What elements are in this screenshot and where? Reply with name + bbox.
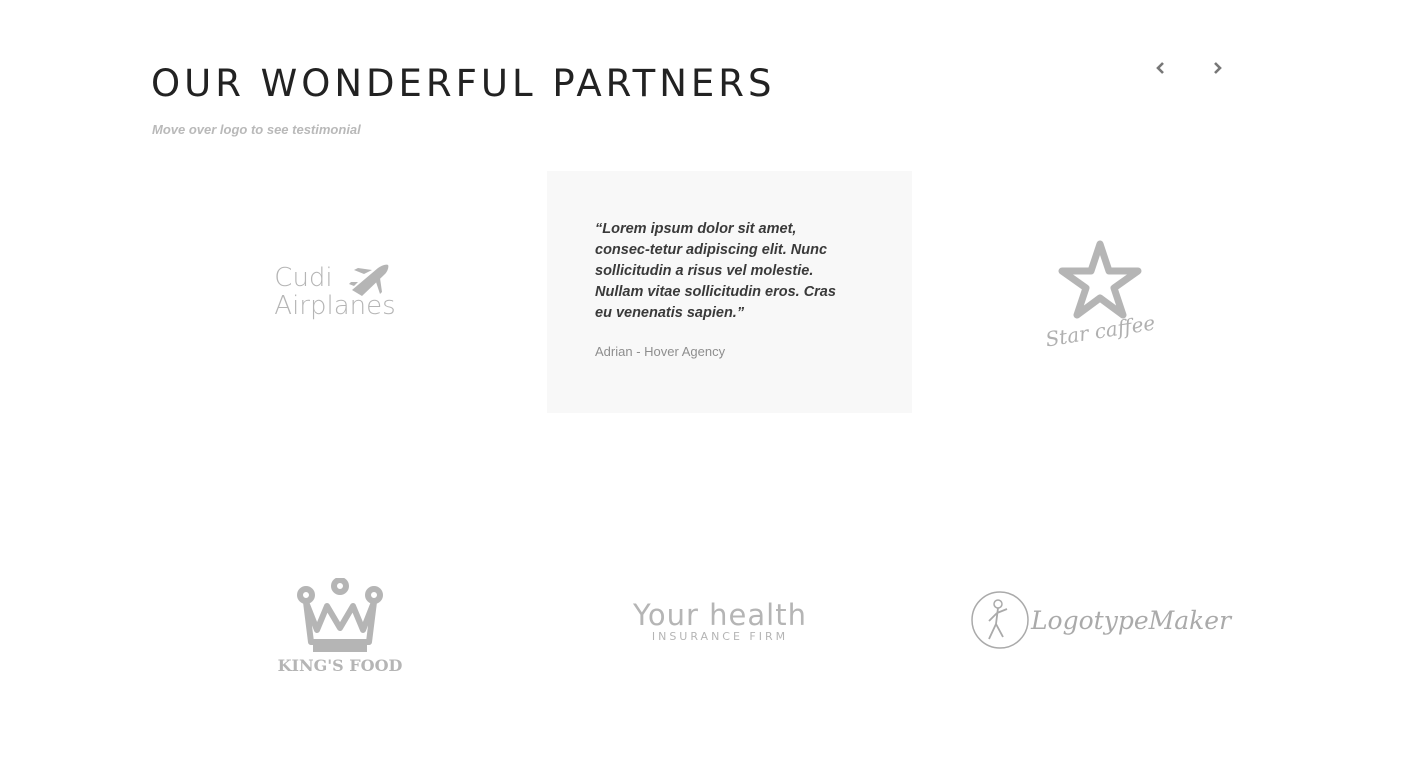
kings-food-text: KING'S FOOD bbox=[277, 655, 403, 675]
partner-logo-cudi-airplanes[interactable]: Cudi Airplanes bbox=[180, 171, 500, 413]
carousel-next-button[interactable] bbox=[1204, 55, 1230, 81]
health-sub-text: INSURANCE FIRM bbox=[651, 629, 789, 643]
partner-logo-logotypemaker[interactable]: LogotypeMaker bbox=[940, 505, 1260, 747]
partner-logo-your-health[interactable]: Your health INSURANCE FIRM bbox=[560, 505, 880, 747]
health-main-text: Your health bbox=[633, 597, 807, 632]
chevron-right-icon bbox=[1214, 62, 1222, 74]
partner-logo-kings-food[interactable]: KING'S FOOD bbox=[180, 505, 500, 747]
page-title: OUR WONDERFUL PARTNERS bbox=[151, 62, 776, 105]
testimonial-author: Adrian - Hover Agency bbox=[595, 344, 726, 359]
page-subtitle: Move over logo to see testimonial bbox=[152, 122, 361, 137]
testimonial-card[interactable]: “Lorem ipsum dolor sit amet, consec-tetu… bbox=[547, 171, 912, 413]
partner-logo-star-caffee[interactable]: Star caffee bbox=[940, 171, 1260, 413]
logotypemaker-text: LogotypeMaker bbox=[1030, 605, 1232, 635]
chevron-left-icon bbox=[1156, 62, 1164, 74]
figure-circle-icon bbox=[971, 591, 1029, 649]
crown-icon bbox=[297, 577, 383, 652]
airplane-icon bbox=[349, 264, 389, 296]
star-icon bbox=[1058, 240, 1142, 319]
carousel-prev-button[interactable] bbox=[1148, 55, 1174, 81]
testimonial-quote: “Lorem ipsum dolor sit amet, consec-tetu… bbox=[595, 221, 836, 321]
